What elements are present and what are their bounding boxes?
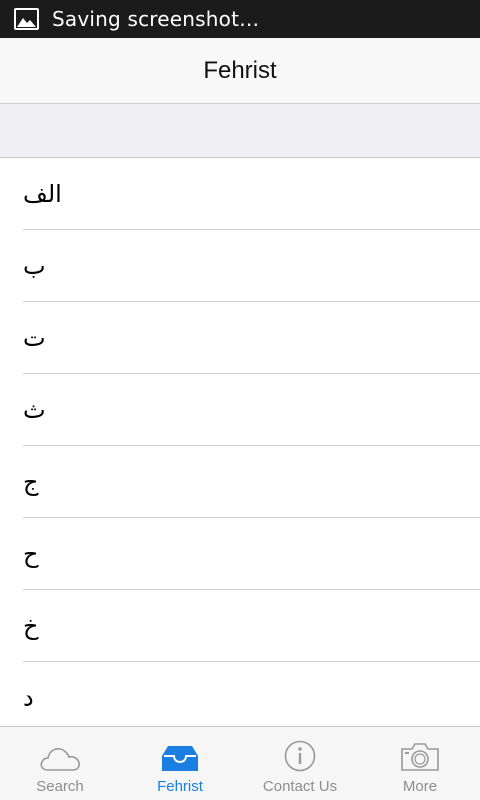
letter-list: الف ب ت ث ج ح خ د: [0, 158, 480, 726]
search-bar[interactable]: [0, 104, 480, 158]
status-bar: Saving screenshot…: [0, 0, 480, 38]
list-item[interactable]: ح: [23, 518, 480, 590]
list-item[interactable]: ث: [23, 374, 480, 446]
tab-fehrist[interactable]: Fehrist: [120, 727, 240, 800]
info-icon: [284, 734, 316, 772]
list-item-label: ت: [23, 323, 46, 352]
list-item-label: خ: [23, 611, 39, 640]
tab-label: Search: [36, 778, 84, 795]
list-item[interactable]: الف: [23, 158, 480, 230]
tab-more[interactable]: More: [360, 727, 480, 800]
list-item[interactable]: ت: [23, 302, 480, 374]
camera-icon: [400, 734, 440, 772]
tab-contact-us[interactable]: Contact Us: [240, 727, 360, 800]
list-item-label: ب: [23, 251, 46, 280]
list-item-label: الف: [23, 179, 62, 208]
list-item-label: د: [23, 683, 34, 712]
image-icon: [14, 8, 39, 30]
tab-label: More: [402, 778, 438, 795]
status-text: Saving screenshot…: [52, 7, 260, 31]
list-item-label: ث: [23, 395, 46, 424]
list-item[interactable]: ب: [23, 230, 480, 302]
list-item[interactable]: خ: [23, 590, 480, 662]
nav-bar: Fehrist: [0, 38, 480, 104]
cloud-icon: [39, 734, 81, 772]
tab-bar: Search Fehrist Contact Us More: [0, 726, 480, 800]
tab-search[interactable]: Search: [0, 727, 120, 800]
inbox-icon: [161, 734, 199, 772]
tab-label: Contact Us: [262, 778, 338, 795]
list-item[interactable]: د: [23, 662, 480, 726]
list-item[interactable]: ج: [23, 446, 480, 518]
list-item-label: ح: [23, 539, 39, 568]
list-item-label: ج: [23, 467, 39, 496]
page-title: Fehrist: [203, 56, 277, 84]
tab-label: Fehrist: [157, 778, 203, 795]
